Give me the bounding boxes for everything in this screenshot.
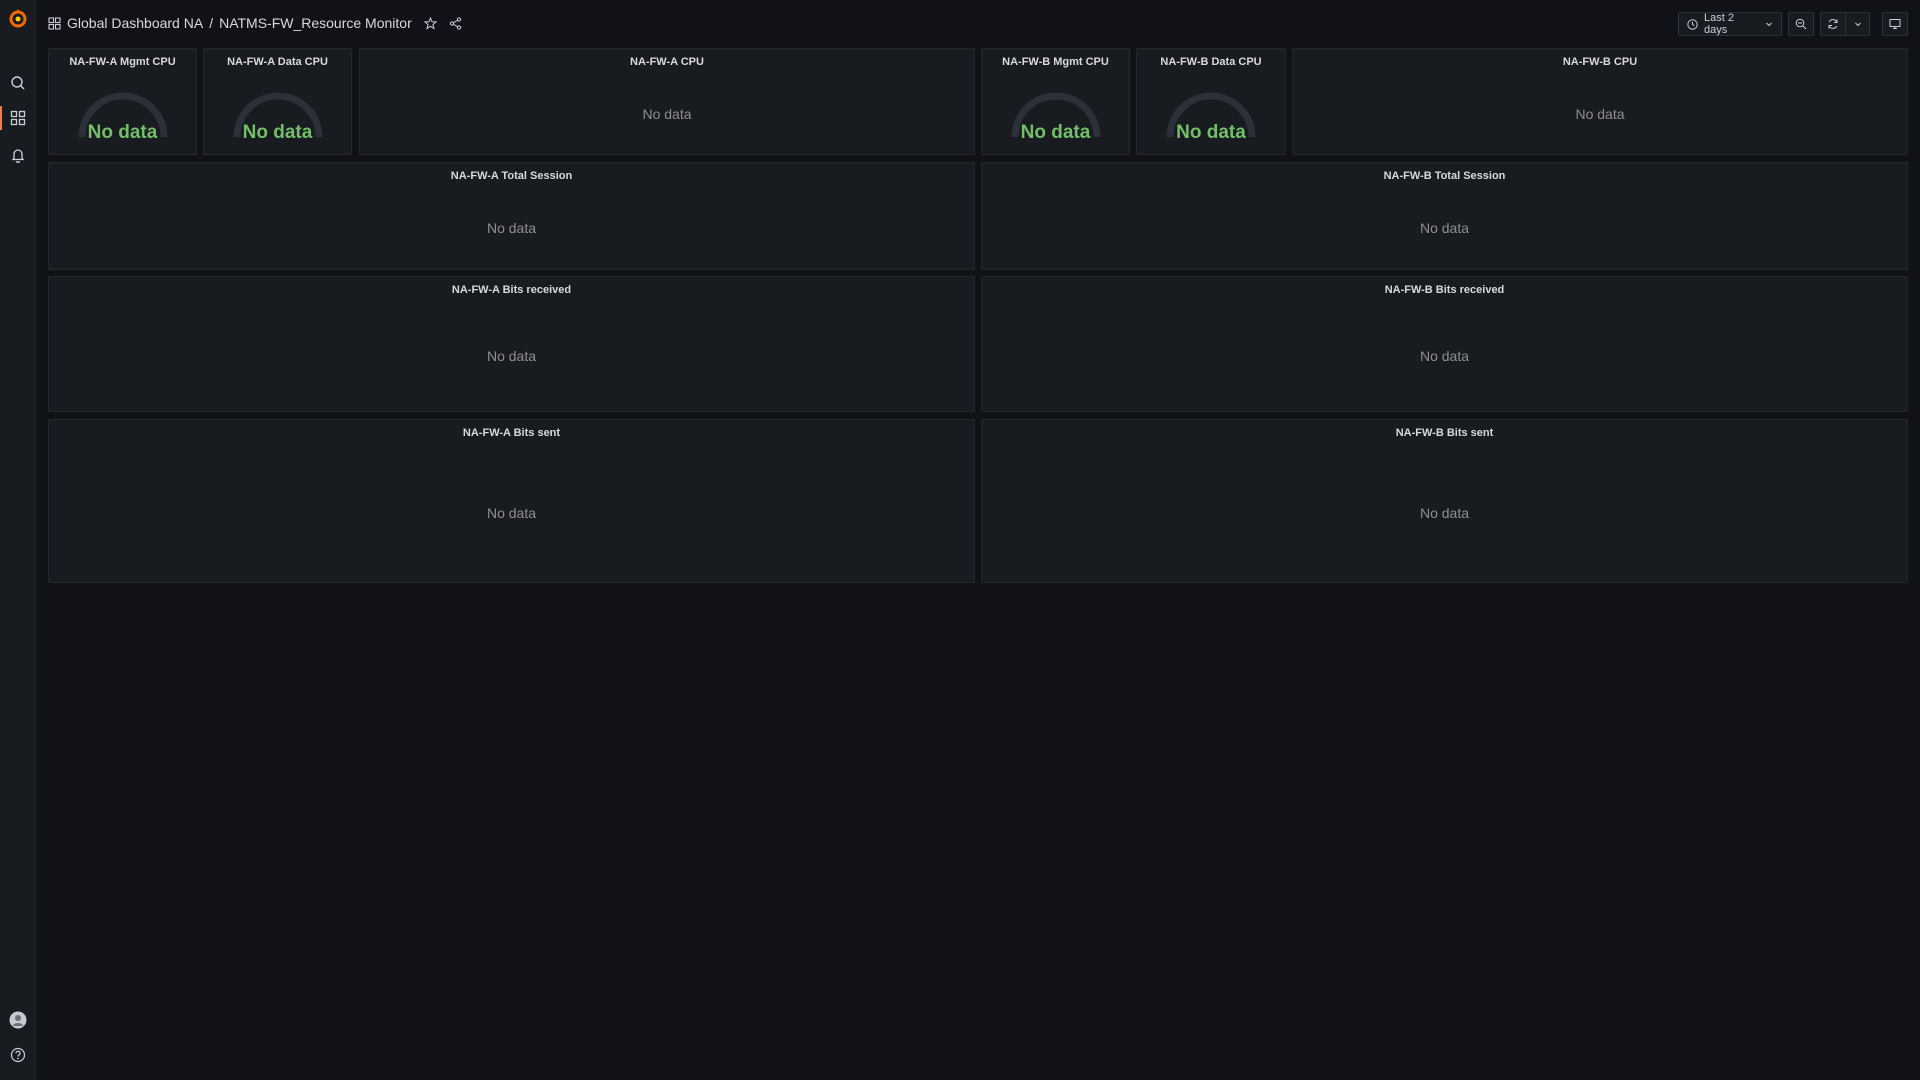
no-data-message: No data xyxy=(1419,505,1470,521)
gauge-value: No data xyxy=(1176,122,1246,143)
chevron-down-icon xyxy=(1854,20,1862,28)
panel-title: NA-FW-B Bits sent xyxy=(1395,427,1494,439)
panel-title: NA-FW-A Bits received xyxy=(451,284,572,296)
no-data-message: No data xyxy=(486,220,537,236)
dashboard-toolbar: Last 2 days xyxy=(1678,12,1908,36)
grafana-logo[interactable] xyxy=(6,6,30,30)
panel-title: NA-FW-B Total Session xyxy=(1383,170,1506,182)
panel-title: NA-FW-B Mgmt CPU xyxy=(1002,56,1109,68)
star-icon[interactable] xyxy=(423,16,437,30)
bell-icon[interactable] xyxy=(6,143,30,167)
panel-fw-a-data-cpu[interactable]: NA-FW-A Data CPU No data xyxy=(203,48,352,155)
panel-fw-a-bits-received[interactable]: NA-FW-A Bits received No data xyxy=(48,276,975,412)
panel-fw-b-bits-sent[interactable]: NA-FW-B Bits sent No data xyxy=(981,419,1908,583)
avatar[interactable] xyxy=(6,1008,30,1032)
panel-fw-a-cpu[interactable]: NA-FW-A CPU No data xyxy=(359,48,975,155)
panel-fw-a-bits-sent[interactable]: NA-FW-A Bits sent No data xyxy=(48,419,975,583)
panel-title: NA-FW-A Total Session xyxy=(450,170,573,182)
no-data-message: No data xyxy=(1575,106,1625,122)
refresh-interval-button[interactable] xyxy=(1846,12,1870,36)
gauge-value: No data xyxy=(87,122,158,143)
monitor-icon xyxy=(1889,18,1901,30)
panel-fw-b-mgmt-cpu[interactable]: NA-FW-B Mgmt CPU No data xyxy=(981,48,1130,155)
panel-fw-b-data-cpu[interactable]: NA-FW-B Data CPU No data xyxy=(1136,48,1286,155)
zoom-out-icon xyxy=(1795,18,1807,30)
chevron-down-icon xyxy=(1765,20,1773,28)
dashboard-grid-icon xyxy=(48,16,61,30)
panel-fw-a-mgmt-cpu[interactable]: NA-FW-A Mgmt CPU No data xyxy=(48,48,197,155)
refresh-icon xyxy=(1827,18,1839,30)
panel-title: NA-FW-B Data CPU xyxy=(1160,56,1262,68)
zoom-out-button[interactable] xyxy=(1788,12,1814,36)
panel-title: NA-FW-B CPU xyxy=(1562,56,1638,68)
sidebar xyxy=(0,0,36,1080)
clock-icon xyxy=(1687,18,1698,30)
panel-title: NA-FW-A Bits sent xyxy=(462,427,561,439)
panel-fw-a-total-session[interactable]: NA-FW-A Total Session No data xyxy=(48,162,975,270)
panel-fw-b-bits-received[interactable]: NA-FW-B Bits received No data xyxy=(981,276,1908,412)
active-nav-indicator xyxy=(0,106,2,130)
breadcrumb: Global Dashboard NA / NATMS-FW_Resource … xyxy=(48,15,412,31)
breadcrumb-folder[interactable]: Global Dashboard NA xyxy=(67,15,203,31)
search-icon[interactable] xyxy=(6,71,30,95)
no-data-message: No data xyxy=(642,106,692,122)
refresh-button[interactable] xyxy=(1820,12,1846,36)
gauge-value: No data xyxy=(1020,122,1091,143)
no-data-message: No data xyxy=(486,348,537,364)
dashboards-icon[interactable] xyxy=(6,106,30,130)
time-range-picker[interactable]: Last 2 days xyxy=(1678,12,1782,36)
gauge-value: No data xyxy=(242,122,313,143)
panel-fw-b-cpu[interactable]: NA-FW-B CPU No data xyxy=(1292,48,1908,155)
view-mode-button[interactable] xyxy=(1882,12,1908,36)
panel-title: NA-FW-B Bits received xyxy=(1384,284,1505,296)
panel-fw-b-total-session[interactable]: NA-FW-B Total Session No data xyxy=(981,162,1908,270)
panel-title: NA-FW-A Data CPU xyxy=(227,56,328,68)
share-icon[interactable] xyxy=(449,16,462,30)
top-navbar: Global Dashboard NA / NATMS-FW_Resource … xyxy=(36,0,1920,46)
panel-title: NA-FW-A Mgmt CPU xyxy=(69,56,176,68)
time-range-label: Last 2 days xyxy=(1704,12,1734,36)
help-icon[interactable] xyxy=(6,1043,30,1067)
dashboard-title[interactable]: NATMS-FW_Resource Monitor xyxy=(219,15,412,31)
no-data-message: No data xyxy=(1419,348,1470,364)
no-data-message: No data xyxy=(486,505,537,521)
panel-title: NA-FW-A CPU xyxy=(630,56,704,68)
breadcrumb-separator: / xyxy=(209,15,214,31)
no-data-message: No data xyxy=(1419,220,1470,236)
